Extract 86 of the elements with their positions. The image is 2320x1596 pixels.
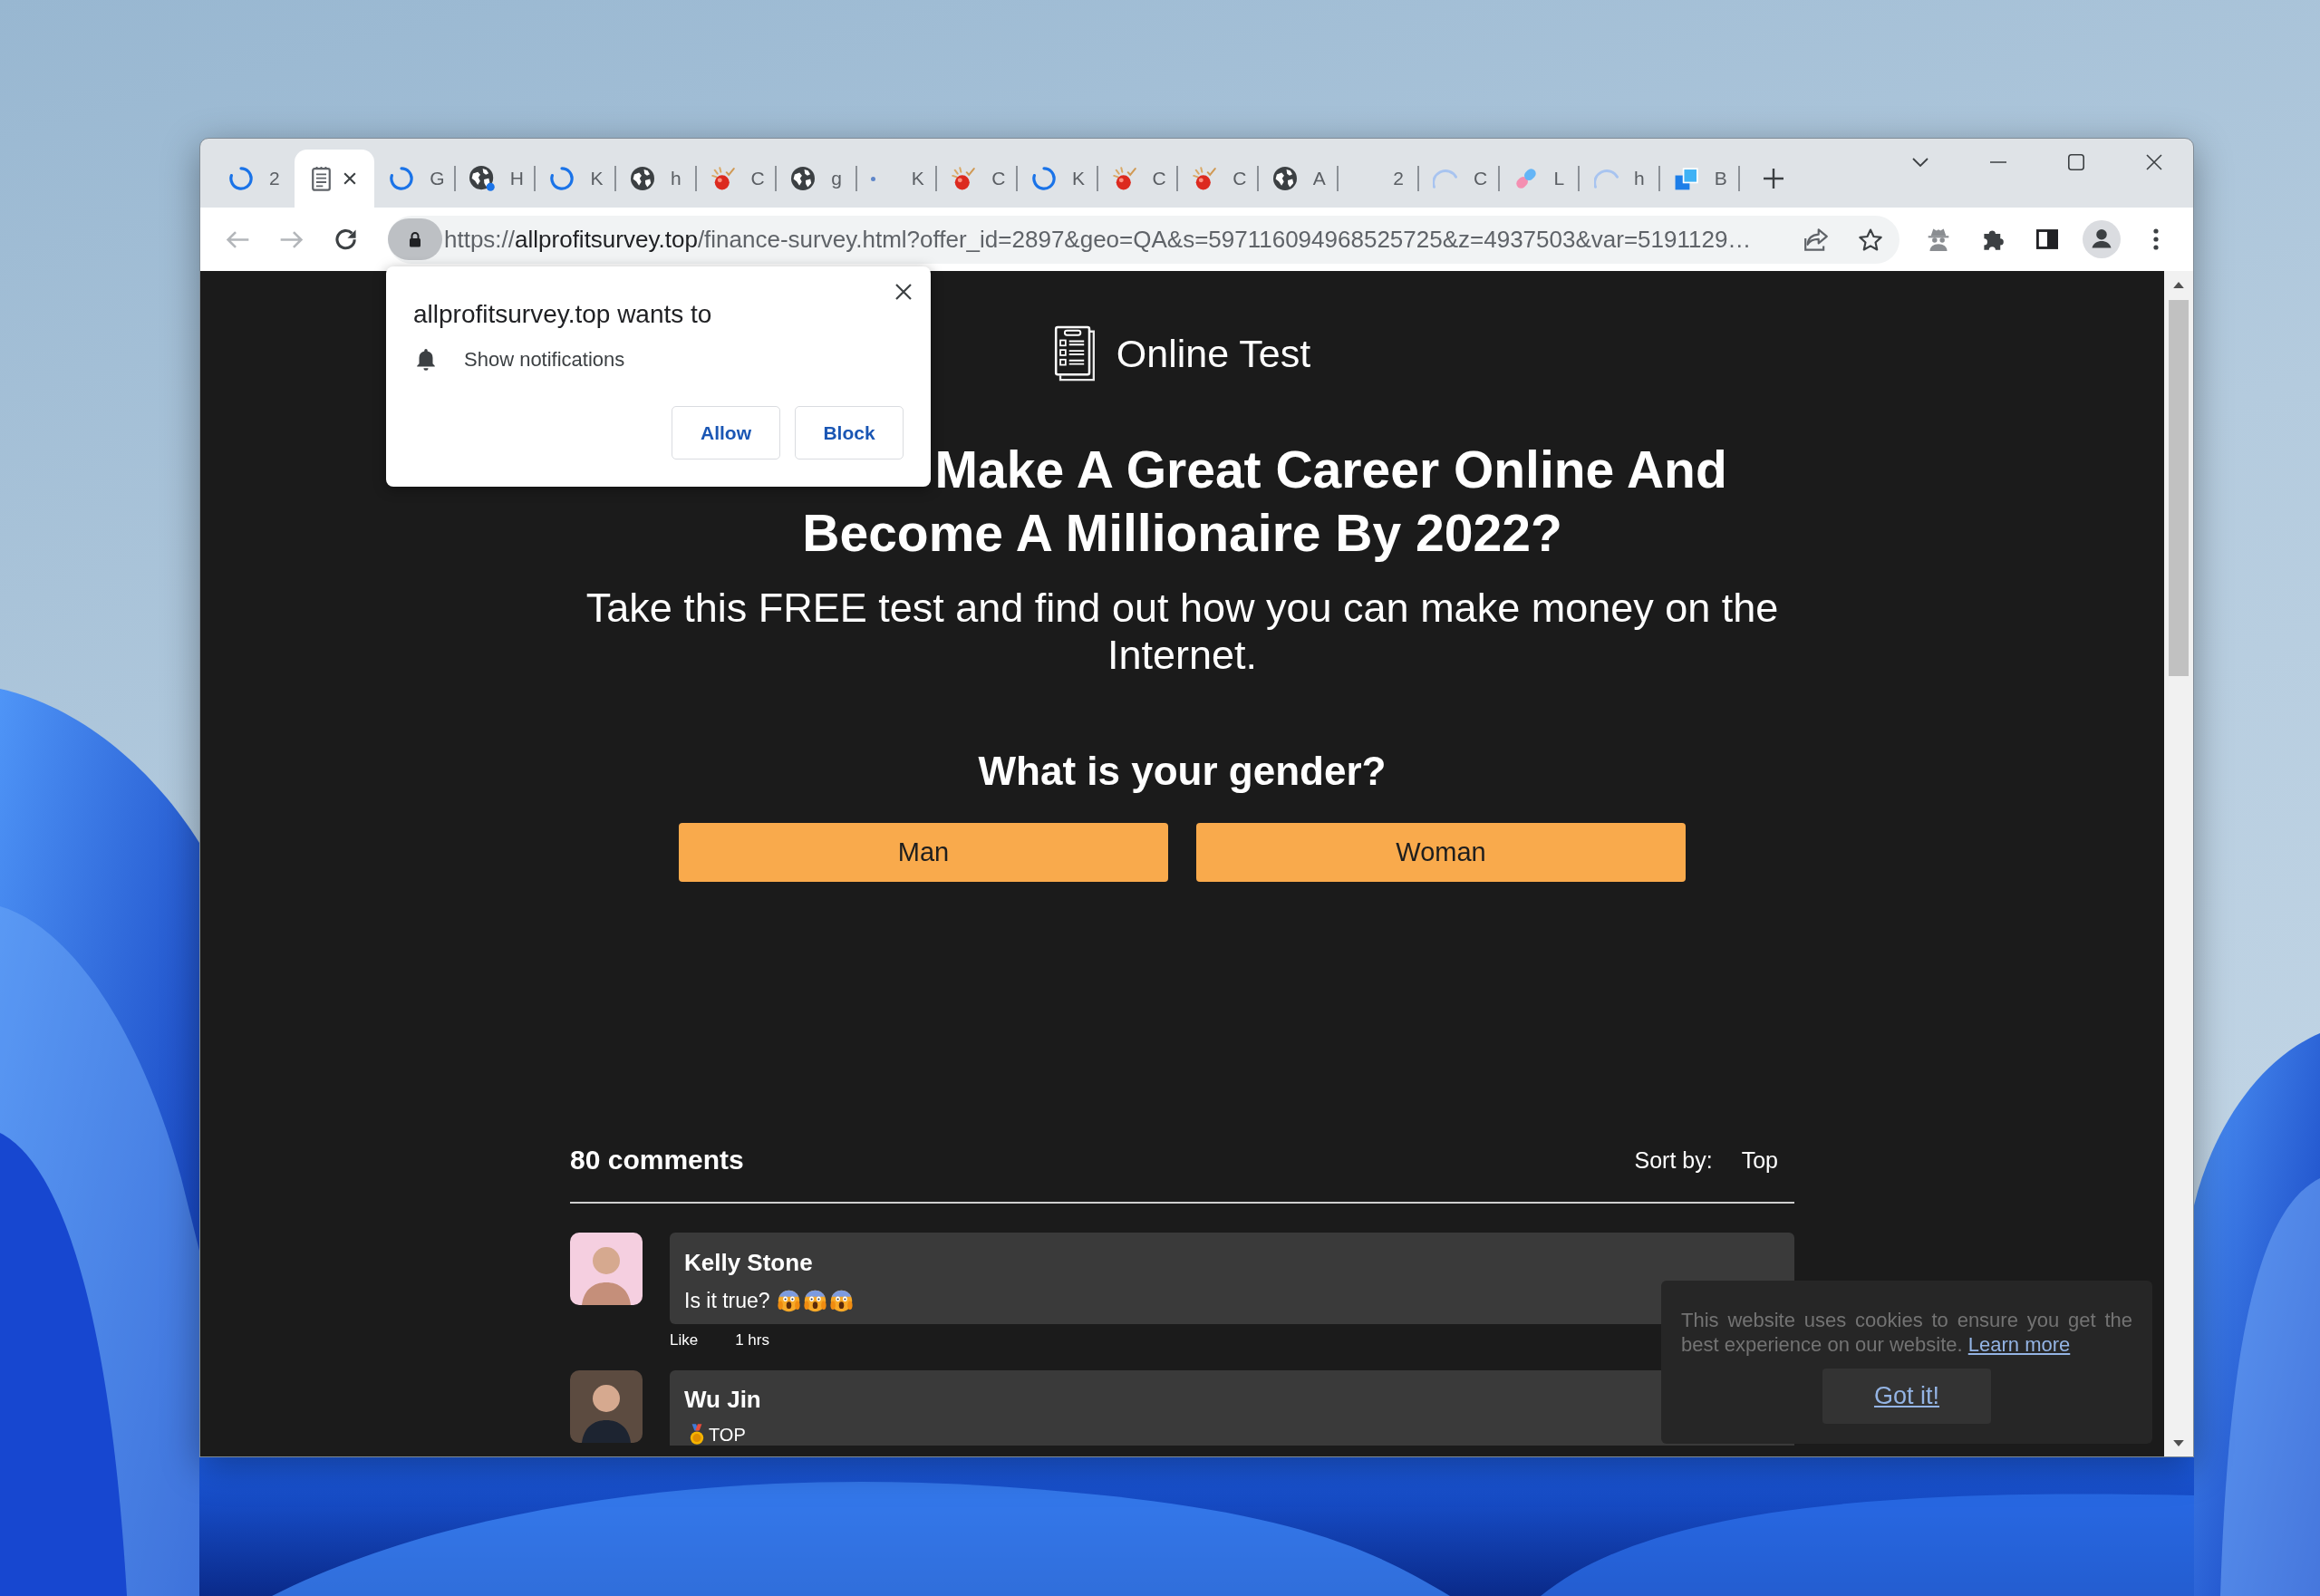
maximize-icon[interactable] xyxy=(2068,154,2084,170)
browser-tab[interactable]: C xyxy=(695,150,777,208)
browser-tab[interactable]: C xyxy=(936,150,1017,208)
close-icon[interactable] xyxy=(343,172,356,185)
browser-tab[interactable]: C xyxy=(1097,150,1178,208)
puzzle-piece-icon[interactable] xyxy=(1981,227,2005,251)
notepad-icon xyxy=(312,166,332,191)
intro-text: Take this FREE test and find out how you can make money on the Internet. xyxy=(585,585,1780,679)
screaming-face-icon xyxy=(777,1289,800,1312)
squares-icon xyxy=(1674,167,1698,190)
ball-icon xyxy=(710,167,735,190)
dot-icon xyxy=(870,176,875,181)
browser-tab[interactable]: L xyxy=(1498,150,1580,208)
headline: Become A Millionaire By 2022? xyxy=(802,503,1562,564)
question-text: What is your gender? xyxy=(978,748,1387,795)
loading-spinner-icon xyxy=(390,167,414,190)
hat-figure-icon[interactable] xyxy=(1928,227,1949,251)
timestamp: 1 hrs xyxy=(735,1330,769,1350)
browser-tab[interactable]: K xyxy=(535,150,615,208)
browser-tab[interactable]: H xyxy=(454,150,536,208)
globe-icon xyxy=(1272,167,1297,190)
browser-tab[interactable] xyxy=(294,150,375,208)
lock-icon xyxy=(409,231,421,247)
scroll-down-icon[interactable] xyxy=(2173,1439,2184,1446)
browser-tab[interactable]: C xyxy=(1417,150,1499,208)
ball-icon xyxy=(1193,167,1217,190)
ball-icon xyxy=(1112,167,1136,190)
cookie-notice-text: This website uses cookies to ensure you get the best experience on our website. Learn more xyxy=(1681,1308,2132,1357)
sort-label: Sort by: xyxy=(1634,1146,1713,1174)
globe-icon xyxy=(630,167,654,190)
site-info-button[interactable] xyxy=(388,218,442,260)
screaming-face-icon xyxy=(829,1289,853,1312)
browser-tab[interactable]: 2 xyxy=(1338,150,1418,208)
screaming-face-icon xyxy=(803,1289,826,1312)
like-link[interactable]: Like xyxy=(670,1330,699,1351)
medal-icon xyxy=(689,1424,705,1446)
close-icon[interactable] xyxy=(895,284,912,300)
browser-tab[interactable]: G xyxy=(374,150,455,208)
ball-icon xyxy=(952,167,976,190)
globe-icon xyxy=(469,166,493,190)
answer-button[interactable]: Man xyxy=(679,823,1168,882)
checklist-icon xyxy=(1053,325,1097,382)
loading-spinner-icon xyxy=(229,167,253,190)
comment-count: 80 comments xyxy=(570,1145,744,1175)
permission-label: Show notifications xyxy=(464,348,625,372)
browser-tab[interactable]: h xyxy=(1579,150,1659,208)
learn-more-link[interactable]: Learn more xyxy=(1967,1333,2071,1356)
browser-tab[interactable]: g xyxy=(776,150,856,208)
more-menu-icon[interactable] xyxy=(2153,228,2159,250)
loading-arc-icon xyxy=(1433,169,1458,189)
loading-spinner-icon xyxy=(550,167,575,190)
loading-arc-icon xyxy=(1593,169,1619,189)
reload-icon[interactable] xyxy=(335,227,357,251)
answer-button[interactable]: Woman xyxy=(1196,823,1686,882)
got-it-button[interactable]: Got it! xyxy=(1822,1369,1991,1424)
allow-button[interactable]: Allow xyxy=(672,406,780,459)
block-button[interactable]: Block xyxy=(795,406,904,459)
browser-tab[interactable]: K xyxy=(1016,150,1097,208)
browser-tab[interactable]: K xyxy=(856,150,937,208)
browser-tab[interactable]: h xyxy=(614,150,696,208)
comment-text: Is it true? xyxy=(684,1290,770,1311)
address-bar[interactable]: https://allprofitsurvey.top/finance-survey.html?offer_id=2897&geo=QA&s=597116094968525725&z=4937503&var=5191129… xyxy=(388,215,1900,264)
sort-option[interactable]: Top xyxy=(1741,1146,1778,1174)
loading-spinner-icon xyxy=(1031,167,1056,190)
scroll-up-icon[interactable] xyxy=(2173,281,2184,288)
globe-icon xyxy=(791,167,816,190)
scrollbar-thumb[interactable] xyxy=(2169,300,2189,676)
browser-tab[interactable]: C xyxy=(1177,150,1258,208)
logo-text: Online Test xyxy=(1116,331,1311,376)
close-icon[interactable] xyxy=(2146,154,2162,170)
share-icon[interactable] xyxy=(1804,227,1828,251)
profile-avatar-icon[interactable] xyxy=(2083,220,2121,258)
headline: Make A Great Career Online And xyxy=(934,440,1727,500)
commenter-name: Kelly Stone xyxy=(684,1248,813,1277)
bell-icon xyxy=(417,348,435,372)
commenter-name: Wu Jin xyxy=(684,1385,761,1414)
browser-tab[interactable]: B xyxy=(1658,150,1740,208)
plus-icon[interactable] xyxy=(1764,169,1784,189)
badge-label: TOP xyxy=(709,1425,746,1445)
side-panel-icon[interactable] xyxy=(2036,229,2058,249)
popup-title: allprofitsurvey.top wants to xyxy=(413,299,712,330)
browser-tab[interactable]: A xyxy=(1257,150,1339,208)
browser-tab[interactable]: 2 xyxy=(214,150,295,208)
chevron-down-icon[interactable] xyxy=(1912,158,1928,167)
capsule-icon xyxy=(1513,167,1538,190)
star-icon[interactable] xyxy=(1859,227,1882,251)
